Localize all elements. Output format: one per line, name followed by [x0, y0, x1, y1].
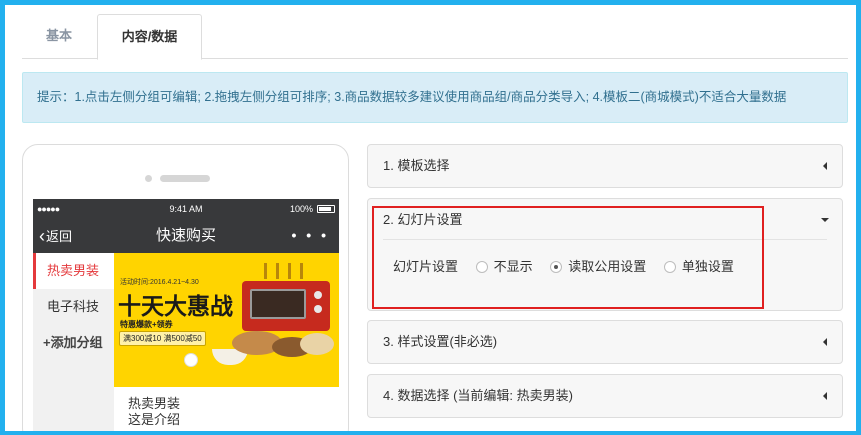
radio-hide[interactable]: 不显示: [475, 256, 533, 275]
divider: [383, 239, 827, 240]
panel-template-select: 1. 模板选择: [367, 144, 843, 188]
panel-data-select: 4. 数据选择 (当前编辑: 热卖男装): [367, 374, 843, 418]
panel-header-slideshow[interactable]: 2. 幻灯片设置: [368, 199, 842, 241]
shelf-decor: [264, 263, 267, 279]
tab-bar: 基本 内容/数据: [22, 14, 848, 60]
banner-date: 活动时间:2016.4.21~4.30: [120, 279, 199, 286]
shelf-decor: [288, 263, 291, 279]
tab-basic[interactable]: 基本: [22, 14, 96, 59]
slideshow-label: 幻灯片设置: [393, 259, 459, 274]
more-icon[interactable]: • • •: [292, 219, 329, 251]
panel-title: 1. 模板选择: [383, 158, 450, 173]
bread-image: [300, 333, 334, 355]
panel-header-style[interactable]: 3. 样式设置(非必选): [368, 321, 842, 363]
radio-icon: [475, 261, 488, 273]
product-area: 活动时间:2016.4.21~4.30 十天大惠战 特惠爆款+领券 满300减1…: [114, 253, 339, 431]
caret-left-icon: [823, 392, 827, 400]
shelf-decor: [300, 263, 303, 279]
mascot-image: [184, 353, 198, 367]
slideshow-radio-group: 幻灯片设置 不显示 读取公用设置 单独设置: [393, 256, 734, 280]
radio-custom-settings[interactable]: 单独设置: [663, 256, 734, 275]
banner-subtitle: 特惠爆款+领券: [120, 320, 173, 329]
panel-title: 4. 数据选择 (当前编辑: 热卖男装): [383, 388, 573, 403]
banner-coupon: 满300减10 满500减50: [119, 331, 206, 346]
battery-icon: [317, 205, 335, 213]
panel-title: 3. 样式设置(非必选): [383, 334, 498, 349]
page-frame: 基本 内容/数据 提示：1.点击左侧分组可编辑; 2.拖拽左侧分组可排序; 3.…: [5, 5, 856, 431]
radio-checked-icon: [550, 261, 563, 273]
product-desc: 这是介绍: [128, 412, 181, 427]
oven-image: [242, 281, 330, 331]
panel-header-data[interactable]: 4. 数据选择 (当前编辑: 热卖男装): [368, 375, 842, 417]
radio-label: 不显示: [493, 259, 533, 274]
panel-slideshow-settings: 2. 幻灯片设置 幻灯片设置 不显示 读取公用设置 单独设置: [367, 198, 843, 311]
radio-label: 单独设置: [681, 259, 734, 274]
oven-knob: [314, 305, 322, 313]
phone-screen: ●●●●● 9:41 AM 100% ‹返回 快速购买 • • • 热卖男装 电…: [33, 199, 339, 431]
oven-knob: [314, 291, 322, 299]
caret-left-icon: [823, 338, 827, 346]
shelf-decor: [276, 263, 279, 279]
tip-alert: 提示：1.点击左侧分组可编辑; 2.拖拽左侧分组可排序; 3.商品数据较多建议使…: [22, 72, 848, 123]
phone-preview: ●●●●● 9:41 AM 100% ‹返回 快速购买 • • • 热卖男装 电…: [22, 144, 349, 431]
promo-banner[interactable]: 活动时间:2016.4.21~4.30 十天大惠战 特惠爆款+领券 满300减1…: [114, 253, 339, 387]
phone-navbar: ‹返回 快速购买 • • •: [33, 219, 339, 253]
panel-header-template[interactable]: 1. 模板选择: [368, 145, 842, 187]
radio-label: 读取公用设置: [568, 259, 647, 274]
battery-percent: 100%: [289, 204, 313, 214]
panel-style-settings: 3. 样式设置(非必选): [367, 320, 843, 364]
radio-icon: [663, 261, 676, 273]
category-list: 热卖男装 电子科技 +添加分组: [33, 253, 114, 431]
caret-left-icon: [823, 162, 827, 170]
tab-content-data[interactable]: 内容/数据: [97, 14, 202, 60]
radio-public-settings[interactable]: 读取公用设置: [550, 256, 646, 275]
category-item-menswear[interactable]: 热卖男装: [33, 253, 114, 289]
add-group-button[interactable]: +添加分组: [33, 325, 114, 361]
category-item-electronics[interactable]: 电子科技: [33, 289, 114, 325]
status-bar: ●●●●● 9:41 AM 100%: [33, 199, 339, 219]
camera-dot: [145, 175, 152, 182]
speaker-bar: [160, 175, 210, 182]
panel-title: 2. 幻灯片设置: [383, 212, 463, 227]
oven-window: [250, 289, 306, 319]
banner-headline: 十天大惠战: [118, 293, 233, 319]
caret-down-icon: [821, 218, 829, 222]
